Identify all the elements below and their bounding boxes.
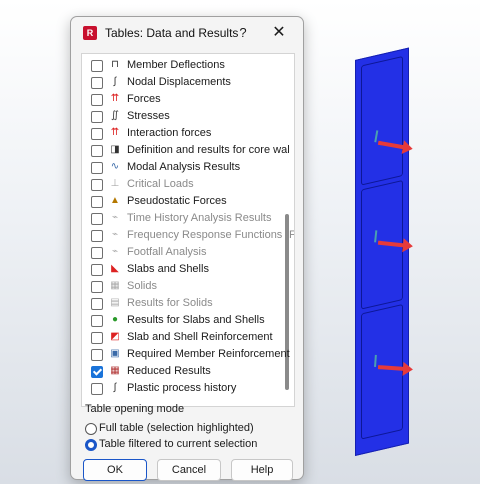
frequency-response-icon: ⌁ bbox=[111, 229, 119, 240]
item-checkbox[interactable] bbox=[91, 60, 103, 72]
footfall-analysis-icon: ⌁ bbox=[111, 246, 119, 257]
item-label: Member Deflections bbox=[127, 59, 225, 71]
item-label: Modal Analysis Results bbox=[127, 161, 241, 173]
full-table-label[interactable]: Full table (selection highlighted) bbox=[99, 422, 254, 434]
help-icon[interactable]: ? bbox=[234, 23, 252, 43]
list-item[interactable]: ∫ Plastic process history bbox=[82, 381, 277, 397]
item-checkbox[interactable] bbox=[91, 332, 103, 344]
list-item[interactable]: ● Results for Slabs and Shells bbox=[82, 313, 277, 329]
item-label: Required Member Reinforcement bbox=[127, 348, 290, 360]
solids-icon: ▦ bbox=[110, 280, 120, 291]
list-item[interactable]: ⌁ Frequency Response Functions (F bbox=[82, 228, 294, 244]
list-item[interactable]: ◨ Definition and results for core wal bbox=[82, 143, 290, 159]
pseudostatic-forces-icon: ▲ bbox=[110, 195, 120, 206]
list-item[interactable]: ∬ Stresses bbox=[82, 109, 277, 125]
list-item[interactable]: ▣ Required Member Reinforcement bbox=[82, 347, 290, 363]
list-item[interactable]: ∿ Modal Analysis Results bbox=[82, 160, 277, 176]
full-table-radio[interactable] bbox=[85, 423, 97, 435]
item-label: Results for Solids bbox=[127, 297, 213, 309]
list-item[interactable]: ⌁ Time History Analysis Results bbox=[82, 211, 277, 227]
item-checkbox[interactable] bbox=[91, 111, 103, 123]
list-item[interactable]: ⇈ Forces bbox=[82, 92, 277, 108]
stresses-icon: ∬ bbox=[111, 110, 119, 121]
tables-dialog: R Tables: Data and Results ? ✕ ⊓ Member D… bbox=[70, 16, 304, 481]
ok-button[interactable]: OK bbox=[83, 459, 147, 481]
plastic-process-icon: ∫ bbox=[113, 382, 117, 393]
critical-loads-icon: ⊥ bbox=[110, 178, 120, 189]
title-bar[interactable]: R Tables: Data and Results ? ✕ bbox=[71, 17, 303, 49]
list-item[interactable]: ▤ Results for Solids bbox=[82, 296, 277, 312]
item-label: Solids bbox=[127, 280, 157, 292]
item-checkbox[interactable] bbox=[91, 349, 103, 361]
list-item[interactable]: ▦ Solids bbox=[82, 279, 277, 295]
list-item[interactable]: ⊓ Member Deflections bbox=[82, 58, 277, 74]
item-checkbox[interactable] bbox=[91, 366, 103, 378]
item-checkbox[interactable] bbox=[91, 281, 103, 293]
item-label: Reduced Results bbox=[127, 365, 211, 377]
nodal-displacements-icon: ∫ bbox=[113, 76, 117, 87]
list-item[interactable]: ∫ Nodal Displacements bbox=[82, 75, 277, 91]
list-item[interactable]: ◣ Slabs and Shells bbox=[82, 262, 277, 278]
item-checkbox[interactable] bbox=[91, 298, 103, 310]
table-list[interactable]: ⊓ Member Deflections ∫ Nodal Displacements ⇈… bbox=[81, 53, 295, 407]
list-item[interactable]: ▦ Reduced Results bbox=[82, 364, 277, 380]
item-label: Time History Analysis Results bbox=[127, 212, 272, 224]
dialog-title: Tables: Data and Results bbox=[105, 26, 239, 40]
item-label: Pseudostatic Forces bbox=[127, 195, 227, 207]
results-slabs-shells-icon: ● bbox=[111, 314, 119, 325]
member-reinforcement-icon: ▣ bbox=[110, 348, 120, 359]
modal-analysis-icon: ∿ bbox=[110, 161, 120, 172]
item-label: Slabs and Shells bbox=[127, 263, 209, 275]
list-item[interactable]: ⌁ Footfall Analysis bbox=[82, 245, 277, 261]
item-checkbox[interactable] bbox=[91, 196, 103, 208]
time-history-icon: ⌁ bbox=[111, 212, 119, 223]
item-label: Plastic process history bbox=[127, 382, 237, 394]
forces-icon: ⇈ bbox=[110, 93, 120, 104]
group-title: Table opening mode bbox=[85, 403, 185, 415]
reduced-results-icon: ▦ bbox=[110, 365, 120, 376]
list-item[interactable]: ⊥ Critical Loads bbox=[82, 177, 277, 193]
wall-panel bbox=[361, 55, 403, 186]
member-deflections-icon: ⊓ bbox=[111, 59, 119, 70]
item-checkbox[interactable] bbox=[91, 230, 103, 242]
item-label: Results for Slabs and Shells bbox=[127, 314, 265, 326]
wall-panel bbox=[361, 303, 403, 440]
item-checkbox[interactable] bbox=[91, 94, 103, 106]
list-item[interactable]: ▲ Pseudostatic Forces bbox=[82, 194, 277, 210]
item-checkbox[interactable] bbox=[91, 383, 103, 395]
help-button[interactable]: Help bbox=[231, 459, 293, 481]
item-label: Critical Loads bbox=[127, 178, 194, 190]
cancel-button[interactable]: Cancel bbox=[157, 459, 221, 481]
item-checkbox[interactable] bbox=[91, 162, 103, 174]
item-label: Forces bbox=[127, 93, 161, 105]
item-label: Slab and Shell Reinforcement bbox=[127, 331, 273, 343]
slabs-shells-icon: ◣ bbox=[111, 263, 119, 274]
item-label: Frequency Response Functions (F bbox=[127, 229, 295, 241]
item-label: Interaction forces bbox=[127, 127, 212, 139]
opening-mode-group: Table opening mode Full table (selection… bbox=[81, 403, 293, 465]
item-checkbox[interactable] bbox=[91, 145, 103, 157]
item-label: Footfall Analysis bbox=[127, 246, 207, 258]
item-checkbox[interactable] bbox=[91, 315, 103, 327]
list-item[interactable]: ◩ Slab and Shell Reinforcement bbox=[82, 330, 277, 346]
item-checkbox[interactable] bbox=[91, 264, 103, 276]
close-icon[interactable]: ✕ bbox=[269, 23, 289, 43]
filtered-table-label[interactable]: Table filtered to current selection bbox=[99, 438, 257, 450]
shell-wall[interactable] bbox=[355, 47, 409, 457]
filtered-table-radio[interactable] bbox=[85, 439, 97, 451]
item-checkbox[interactable] bbox=[91, 179, 103, 191]
app-icon: R bbox=[83, 26, 97, 40]
item-label: Definition and results for core wal bbox=[127, 144, 290, 156]
interaction-forces-icon: ⇈ bbox=[110, 127, 120, 138]
item-checkbox[interactable] bbox=[91, 213, 103, 225]
results-solids-icon: ▤ bbox=[110, 297, 120, 308]
item-checkbox[interactable] bbox=[91, 77, 103, 89]
list-item[interactable]: ⇈ Interaction forces bbox=[82, 126, 277, 142]
item-checkbox[interactable] bbox=[91, 128, 103, 140]
item-label: Stresses bbox=[127, 110, 170, 122]
slab-shell-reinforcement-icon: ◩ bbox=[110, 331, 120, 342]
item-checkbox[interactable] bbox=[91, 247, 103, 259]
core-wall-icon: ◨ bbox=[110, 144, 120, 155]
item-label: Nodal Displacements bbox=[127, 76, 231, 88]
